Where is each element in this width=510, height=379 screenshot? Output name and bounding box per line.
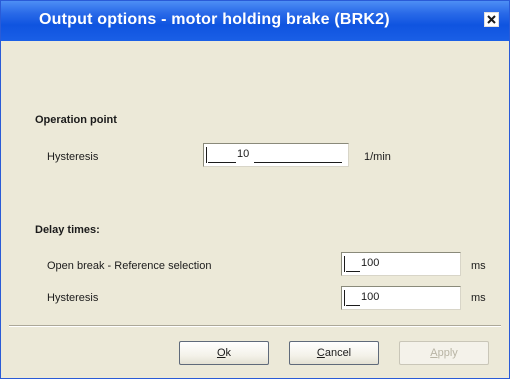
delay-hysteresis-input[interactable]: 100 [341,286,461,310]
open-break-label: Open break - Reference selection [47,260,212,272]
open-break-value: 100 [361,257,380,269]
cancel-button[interactable]: Cancel [289,341,379,365]
delay-times-heading: Delay times: [35,224,100,236]
close-icon [487,15,496,24]
hysteresis-speed-unit: 1/min [364,151,391,163]
close-button[interactable] [484,12,499,27]
cancel-mnemonic: C [316,347,325,359]
hysteresis-speed-label: Hysteresis [47,151,99,163]
button-separator [9,325,501,327]
window-title: Output options - motor holding brake (BR… [39,11,390,28]
text-caret [344,290,345,306]
input-underline-left [346,271,360,272]
text-caret [344,256,345,272]
dialog-body: Operation point Hysteresis 10 1/min Dela… [1,41,509,378]
apply-label-rest: pply [437,347,458,359]
delay-hysteresis-value: 100 [361,291,380,303]
apply-button[interactable]: Apply [399,341,489,365]
ok-button[interactable]: Ok [179,341,269,365]
input-underline-right [254,162,342,163]
input-underline-left [346,305,360,306]
ok-mnemonic: O [216,347,226,359]
hysteresis-speed-value: 10 [237,148,250,160]
delay-hysteresis-label: Hysteresis [47,292,99,304]
hysteresis-speed-input[interactable]: 10 [203,143,349,167]
delay-hysteresis-unit: ms [471,292,486,304]
dialog-window: Output options - motor holding brake (BR… [0,0,510,379]
text-caret [206,147,207,163]
title-bar[interactable]: Output options - motor holding brake (BR… [1,1,509,41]
open-break-unit: ms [471,260,486,272]
apply-mnemonic: A [430,347,438,359]
input-underline-left [208,162,236,163]
cancel-label-rest: ancel [324,347,352,359]
operation-point-heading: Operation point [35,114,117,126]
ok-label-rest: k [225,347,232,359]
open-break-input[interactable]: 100 [341,252,461,276]
